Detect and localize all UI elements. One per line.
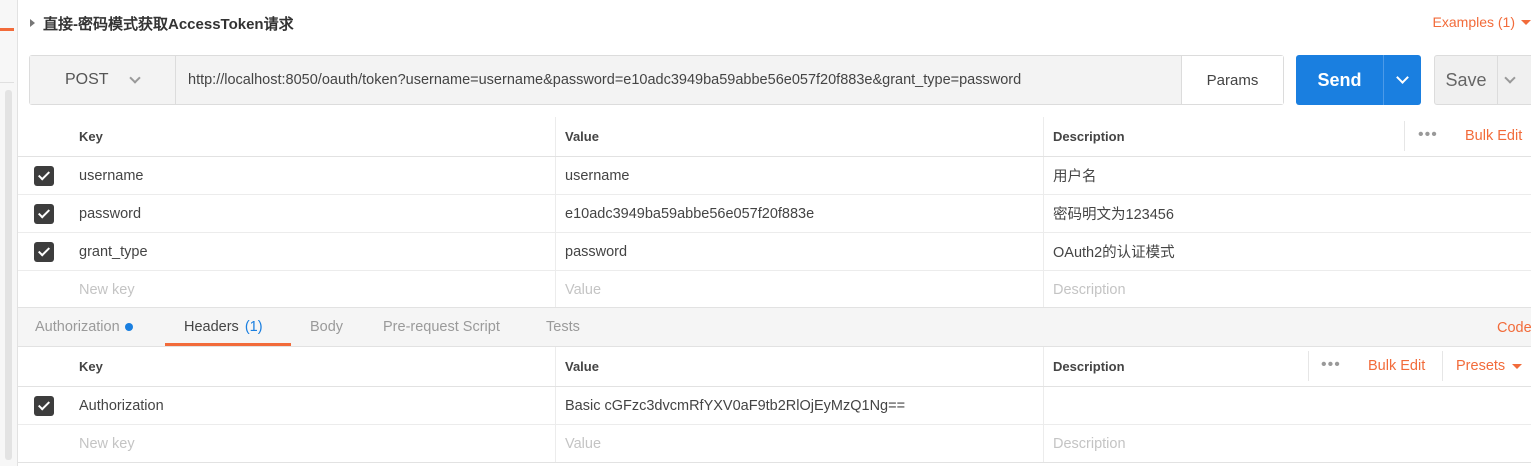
param-value[interactable]: username <box>565 168 629 184</box>
column-header-key: Key <box>69 347 556 386</box>
request-editor: 直接-密码模式获取AccessToken请求 Examples (1) POST… <box>0 0 1531 466</box>
save-dropdown-button[interactable] <box>1497 56 1531 104</box>
column-header-value: Value <box>556 117 1044 156</box>
param-key[interactable]: password <box>79 206 141 222</box>
chevron-down-icon <box>128 72 141 84</box>
request-bar: POST http://localhost:8050/oauth/token?u… <box>29 55 1284 105</box>
tab-body[interactable]: Body <box>310 319 343 335</box>
new-description-input[interactable]: Description <box>1053 436 1126 452</box>
code-link[interactable]: Code <box>1497 320 1531 336</box>
checkmark-icon <box>37 205 50 219</box>
table-row: username username 用户名 <box>18 157 1531 195</box>
more-options-icon[interactable]: ••• <box>1321 357 1341 373</box>
caret-down-icon <box>1521 19 1531 25</box>
save-label[interactable]: Save <box>1435 56 1497 104</box>
examples-dropdown[interactable]: Examples (1) <box>1433 14 1531 30</box>
tab-pre-request-script[interactable]: Pre-request Script <box>383 319 500 335</box>
table-row: Authorization Basic cGFzc3dvcmRfYXV0aF9t… <box>18 387 1531 425</box>
header-value[interactable]: Basic cGFzc3dvcmRfYXV0aF9tb2RlOjEyMzQ1Ng… <box>565 398 905 414</box>
caret-down-icon <box>1512 363 1523 369</box>
sidebar-active-marker <box>0 28 14 31</box>
column-header-description: Description <box>1053 129 1125 144</box>
param-value[interactable]: e10adc3949ba59abbe56e057f20f883e <box>565 206 814 222</box>
column-header-key: Key <box>69 117 556 156</box>
column-header-value: Value <box>556 347 1044 386</box>
tab-tests[interactable]: Tests <box>546 319 580 335</box>
examples-label: Examples (1) <box>1432 14 1515 30</box>
expand-caret-icon[interactable] <box>30 19 35 27</box>
url-input[interactable]: http://localhost:8050/oauth/token?userna… <box>176 56 1181 104</box>
table-row: grant_type password OAuth2的认证模式 <box>18 233 1531 271</box>
tab-label: Tests <box>546 319 580 335</box>
row-checkbox[interactable] <box>33 165 54 186</box>
sidebar-divider <box>0 82 14 83</box>
send-dropdown-button[interactable] <box>1383 55 1421 105</box>
row-checkbox[interactable] <box>33 241 54 262</box>
divider <box>1404 121 1405 151</box>
save-button[interactable]: Save <box>1434 55 1531 105</box>
presets-label: Presets <box>1456 358 1506 374</box>
new-value-input[interactable]: Value <box>565 436 601 452</box>
divider <box>1442 351 1443 381</box>
params-table: Key Value Description ••• Bulk Edit user… <box>18 117 1531 309</box>
tab-label: Authorization <box>35 319 120 335</box>
method-select[interactable]: POST <box>30 56 176 104</box>
more-options-icon[interactable]: ••• <box>1418 127 1438 143</box>
tab-headers[interactable]: Headers (1) <box>184 319 263 335</box>
checkmark-icon <box>37 167 50 181</box>
tab-label: Pre-request Script <box>383 319 500 335</box>
param-description[interactable]: 密码明文为123456 <box>1053 203 1174 224</box>
table-header: Key Value Description ••• Bulk Edit Pres… <box>18 347 1531 387</box>
param-description[interactable]: 用户名 <box>1053 165 1097 186</box>
row-checkbox[interactable] <box>33 203 54 224</box>
request-title-row[interactable]: 直接-密码模式获取AccessToken请求 <box>30 10 294 36</box>
headers-table: Key Value Description ••• Bulk Edit Pres… <box>18 347 1531 463</box>
param-description[interactable]: OAuth2的认证模式 <box>1053 241 1175 262</box>
send-button[interactable]: Send <box>1296 55 1421 105</box>
param-key[interactable]: username <box>79 168 143 184</box>
table-row: password e10adc3949ba59abbe56e057f20f883… <box>18 195 1531 233</box>
new-param-row: New key Value Description <box>18 271 1531 309</box>
status-dot-icon <box>124 323 133 331</box>
divider <box>18 462 1531 463</box>
tab-count: (1) <box>244 319 263 335</box>
new-header-row: New key Value Description <box>18 425 1531 463</box>
checkmark-icon <box>37 397 50 411</box>
sidebar-scrollbar[interactable] <box>5 90 12 460</box>
tab-authorization[interactable]: Authorization <box>35 319 133 335</box>
new-value-input[interactable]: Value <box>565 282 601 298</box>
sidebar-edge <box>0 0 18 466</box>
bulk-edit-link[interactable]: Bulk Edit <box>1465 128 1522 144</box>
chevron-down-icon <box>1504 71 1516 84</box>
header-key[interactable]: Authorization <box>79 398 164 414</box>
send-label[interactable]: Send <box>1296 55 1383 105</box>
request-tabs: Authorization Headers (1) Body Pre-reque… <box>18 307 1531 347</box>
request-title: 直接-密码模式获取AccessToken请求 <box>43 15 294 33</box>
new-key-input[interactable]: New key <box>79 282 135 298</box>
new-key-input[interactable]: New key <box>79 436 135 452</box>
chevron-down-icon <box>1396 71 1409 84</box>
presets-dropdown[interactable]: Presets <box>1456 358 1523 374</box>
tab-label: Body <box>310 319 344 335</box>
checkmark-icon <box>37 243 50 257</box>
row-checkbox[interactable] <box>33 395 54 416</box>
active-tab-indicator <box>165 343 291 346</box>
bulk-edit-link[interactable]: Bulk Edit <box>1368 358 1425 374</box>
table-header: Key Value Description ••• Bulk Edit <box>18 117 1531 157</box>
tab-label: Headers <box>184 319 239 335</box>
param-key[interactable]: grant_type <box>79 244 148 260</box>
method-label: POST <box>65 71 109 88</box>
params-button[interactable]: Params <box>1181 56 1283 104</box>
param-value[interactable]: password <box>565 244 627 260</box>
new-description-input[interactable]: Description <box>1053 282 1126 298</box>
divider <box>1308 351 1309 381</box>
